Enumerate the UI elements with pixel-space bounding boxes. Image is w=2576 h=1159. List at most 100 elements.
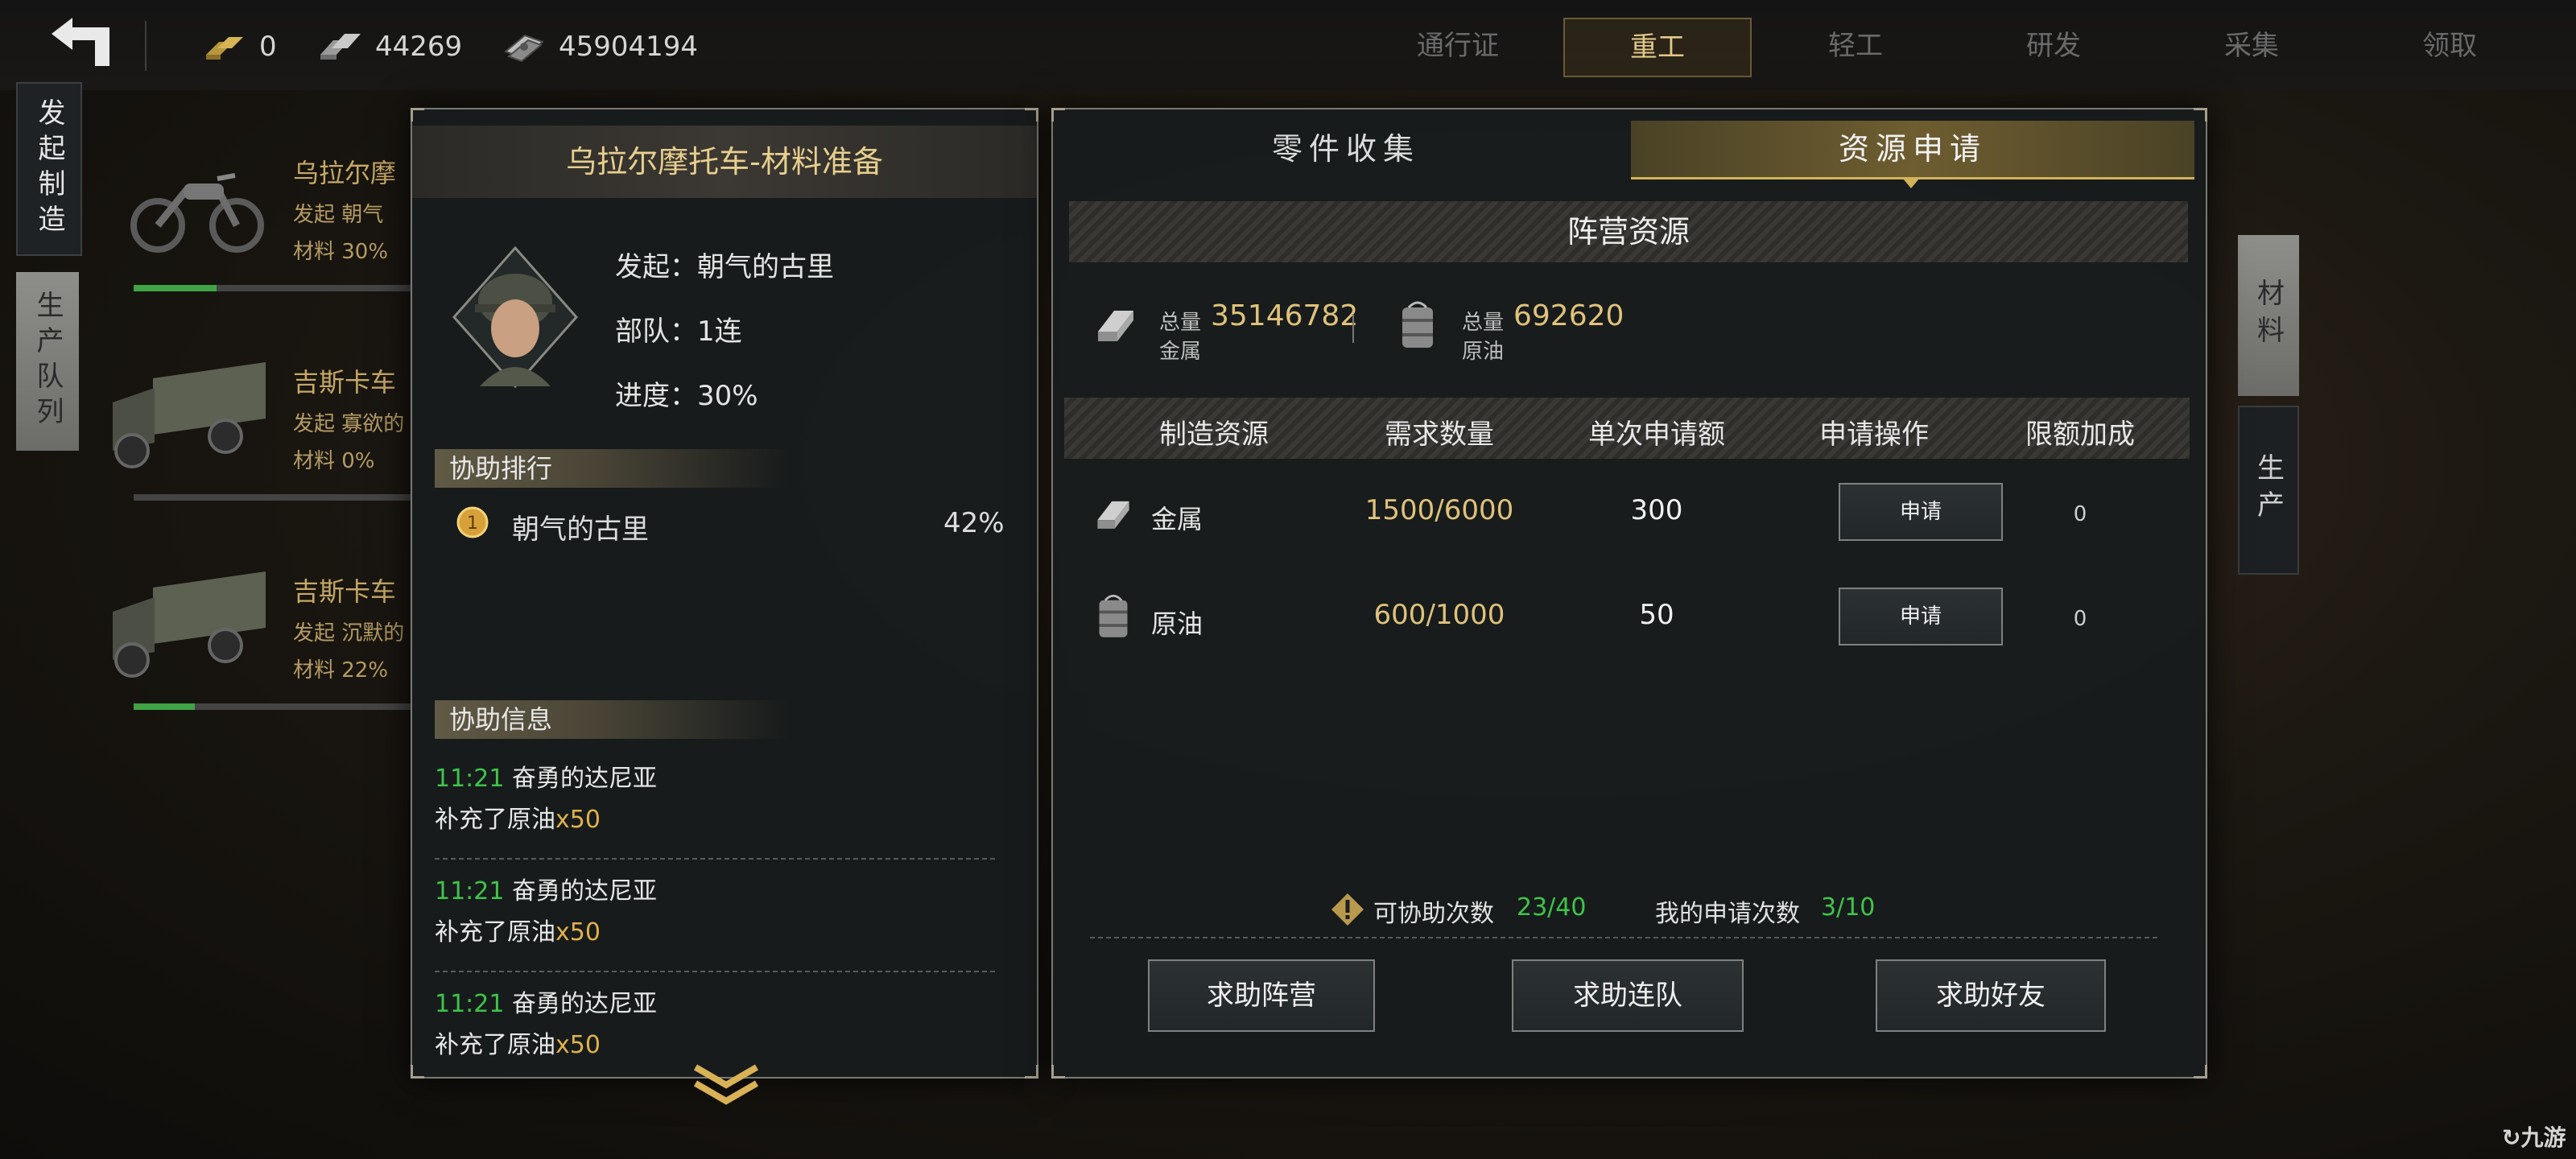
table-row: 金属 1500/6000 300 申请 0 bbox=[1093, 483, 2188, 571]
scroll-down-chevron-icon[interactable] bbox=[691, 1061, 762, 1109]
assist-count-value: 23/40 bbox=[1517, 893, 1587, 922]
divider bbox=[435, 971, 998, 972]
message-user: 奋勇的达尼亚 bbox=[512, 765, 658, 793]
tab-material[interactable]: 材料 bbox=[2238, 235, 2299, 396]
message-qty: x50 bbox=[555, 1031, 601, 1059]
list-item-initiator: 发起 沉默的 bbox=[293, 621, 405, 645]
list-item: 11:21 奋勇的达尼亚 补充了原油x50 bbox=[435, 871, 1014, 972]
gold-bars-icon bbox=[201, 31, 248, 63]
section-title: 阵营资源 bbox=[1069, 201, 2188, 262]
tab-parts-collection[interactable]: 零件收集 bbox=[1064, 121, 1628, 177]
request-button[interactable]: 申请 bbox=[1839, 588, 2003, 645]
message-qty: x50 bbox=[555, 806, 601, 834]
list-item-material: 材料 0% bbox=[293, 449, 375, 473]
rank-percent: 42% bbox=[943, 507, 1005, 539]
message-time: 11:21 bbox=[435, 877, 505, 905]
column-header: 需求数量 bbox=[1385, 419, 1494, 451]
tab-produce[interactable]: 生产 bbox=[2238, 406, 2299, 575]
per-request-value: 300 bbox=[1630, 494, 1683, 526]
assist-info-header: 协助信息 bbox=[435, 700, 787, 739]
list-item-initiator: 发起 寡欲的 bbox=[293, 412, 405, 436]
total-label: 总量 bbox=[1462, 311, 1505, 335]
message-qty: x50 bbox=[555, 918, 601, 947]
metal-count: 44269 bbox=[375, 31, 463, 63]
oil-barrel-icon bbox=[1397, 299, 1438, 351]
panel-title: 乌拉尔摩托车-材料准备 bbox=[566, 144, 883, 179]
list-item-material: 材料 30% bbox=[293, 240, 389, 264]
progress-bar bbox=[134, 285, 411, 291]
oil-barrel-icon bbox=[1095, 592, 1132, 641]
message-user: 奋勇的达尼亚 bbox=[512, 877, 658, 905]
total-metal-name: 金属 bbox=[1159, 340, 1202, 364]
metal-ingot-icon bbox=[1093, 494, 1133, 534]
panel-title-bar: 乌拉尔摩托车-材料准备 bbox=[412, 126, 1037, 198]
truck-icon bbox=[105, 563, 274, 687]
divider bbox=[435, 858, 998, 860]
ask-friends-button[interactable]: 求助好友 bbox=[1876, 959, 2106, 1032]
tab-heavy-industry[interactable]: 重工 bbox=[1563, 18, 1752, 77]
my-request-value: 3/10 bbox=[1821, 893, 1876, 922]
list-item-name: 乌拉尔摩 bbox=[293, 158, 397, 188]
resource-gold: 0 bbox=[201, 24, 277, 69]
list-item[interactable]: 吉斯卡车 发起 沉默的 材料 22% bbox=[113, 555, 411, 749]
request-button[interactable]: 申请 bbox=[1839, 483, 2003, 541]
message-time: 11:21 bbox=[435, 765, 505, 793]
material-prep-panel: 乌拉尔摩托车-材料准备 发起：朝气的古里 部队：1连 进度：30% 协助排行 1… bbox=[411, 108, 1038, 1105]
message-text: 补充了原油 bbox=[435, 1031, 555, 1059]
rank-name: 朝气的古里 bbox=[512, 514, 649, 546]
message-text: 补充了原油 bbox=[435, 806, 555, 834]
list-item: 11:21 奋勇的达尼亚 补充了原油x50 bbox=[435, 758, 1014, 860]
table-row: 原油 600/1000 50 申请 0 bbox=[1093, 588, 2188, 676]
back-arrow-icon[interactable] bbox=[45, 16, 118, 72]
ranking-header: 协助排行 bbox=[435, 449, 787, 488]
metal-ingots-icon bbox=[317, 31, 364, 63]
resource-name: 原油 bbox=[1151, 608, 1203, 639]
truck-icon bbox=[105, 354, 274, 478]
ask-faction-button[interactable]: 求助阵营 bbox=[1148, 959, 1375, 1032]
tab-claim[interactable]: 领取 bbox=[2357, 18, 2542, 74]
resource-request-panel: 零件收集 资源申请 阵营资源 总量 35146782 金属 总量 692620 … bbox=[1051, 108, 2207, 1079]
per-request-value: 50 bbox=[1639, 599, 1674, 631]
divider bbox=[145, 21, 147, 71]
tab-resource-request[interactable]: 资源申请 bbox=[1631, 121, 2194, 179]
list-item-name: 吉斯卡车 bbox=[293, 367, 397, 398]
motorcycle-icon bbox=[129, 151, 266, 259]
svg-text:1: 1 bbox=[467, 514, 478, 534]
gold-count: 0 bbox=[259, 31, 277, 63]
column-header: 单次申请额 bbox=[1588, 419, 1725, 451]
column-header: 申请操作 bbox=[1819, 419, 1929, 451]
list-item-name: 吉斯卡车 bbox=[293, 576, 397, 607]
list-item[interactable]: 吉斯卡车 发起 寡欲的 材料 0% bbox=[113, 346, 411, 539]
divider bbox=[1090, 937, 2161, 938]
watermark-logo: ↻九游 bbox=[2502, 1120, 2566, 1153]
list-item-material: 材料 22% bbox=[293, 658, 389, 683]
resource-name: 金属 bbox=[1151, 504, 1203, 534]
active-tab-indicator bbox=[1903, 179, 1919, 188]
tab-launch-production[interactable]: 发起制造 bbox=[16, 82, 82, 256]
tab-production-queue[interactable]: 生产队列 bbox=[16, 272, 79, 451]
watermark-icon: ↻ bbox=[2502, 1124, 2521, 1151]
ask-company-button[interactable]: 求助连队 bbox=[1512, 959, 1744, 1032]
total-oil-value: 692620 bbox=[1513, 299, 1624, 332]
progress-fill bbox=[134, 285, 217, 291]
message-text: 补充了原油 bbox=[435, 918, 555, 947]
resource-metal: 44269 bbox=[317, 24, 462, 69]
list-item: 11:21 奋勇的达尼亚 补充了原油x50 bbox=[435, 984, 1014, 1066]
tab-gather[interactable]: 采集 bbox=[2159, 18, 2344, 74]
demand-value: 600/1000 bbox=[1373, 599, 1505, 631]
tab-research[interactable]: 研发 bbox=[1961, 18, 2146, 74]
metal-ingot-icon bbox=[1093, 303, 1138, 348]
column-header: 制造资源 bbox=[1159, 419, 1269, 451]
tab-light-industry[interactable]: 轻工 bbox=[1763, 18, 1948, 74]
warning-icon bbox=[1330, 892, 1365, 927]
total-label: 总量 bbox=[1159, 311, 1202, 335]
cash-icon bbox=[501, 31, 547, 63]
progress-fill bbox=[134, 703, 195, 710]
message-user: 奋勇的达尼亚 bbox=[512, 990, 658, 1018]
cash-count: 45904194 bbox=[559, 31, 699, 63]
list-item[interactable]: 乌拉尔摩 发起 朝气 材料 30% bbox=[121, 137, 411, 330]
tab-pass[interactable]: 通行证 bbox=[1365, 18, 1550, 74]
bonus-value: 0 bbox=[2073, 607, 2087, 631]
list-item-initiator: 发起 朝气 bbox=[293, 203, 384, 227]
troop-text: 部队：1连 bbox=[615, 316, 742, 348]
